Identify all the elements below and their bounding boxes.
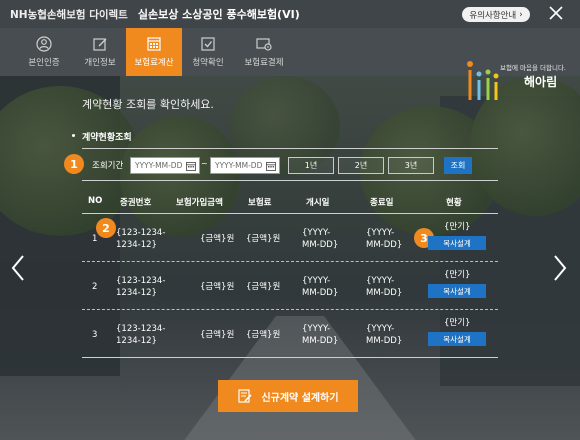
calculator-icon xyxy=(146,36,162,52)
status-text: {만기} xyxy=(444,270,471,280)
step-label: 개인정보 xyxy=(84,58,116,68)
step-label: 보험료결제 xyxy=(244,58,284,68)
chevron-left-icon xyxy=(11,255,24,281)
start-date-line2: MM-DD} xyxy=(302,288,339,298)
end-date-line1: {YYYY- xyxy=(366,228,395,238)
logo-mark-icon xyxy=(467,61,499,100)
header-start-date: 개시일 xyxy=(306,198,330,208)
step-label: 보험료계산 xyxy=(134,58,174,68)
search-period-label: 조회기간 xyxy=(92,161,124,171)
row-no: 1 xyxy=(92,234,98,244)
contract-table: NO 증권번호 보험가입금액 보험료 개시일 종료일 현황 1 {123-123… xyxy=(82,192,498,358)
logo-name: 해아림 xyxy=(524,75,558,89)
policy-number-line1: {123-1234- xyxy=(116,228,166,238)
premium-amount: {금액}원 xyxy=(246,282,281,292)
step-navigation: 본인인증 개인정보 보험료계산 청약확인 보험료결제 보험에 마음을 더합니다. xyxy=(0,28,580,100)
end-date-line2: MM-DD} xyxy=(366,288,403,298)
table-row: 3 {123-1234- 1234-12} {금액}원 {금액}원 {YYYY-… xyxy=(82,310,498,358)
step-label: 청약확인 xyxy=(192,58,224,68)
start-date-line1: {YYYY- xyxy=(302,276,331,286)
header-end-date: 종료일 xyxy=(370,198,394,208)
header-premium: 보험료 xyxy=(248,198,272,208)
period-2year-button[interactable]: 2년 xyxy=(338,157,384,174)
step-payment[interactable]: 보험료결제 xyxy=(236,28,292,76)
document-edit-icon xyxy=(238,389,253,403)
calendar-icon xyxy=(266,162,276,171)
chevron-right-icon xyxy=(554,255,567,281)
page-subtitle: 계약현황 조회를 확인하세요. xyxy=(82,98,214,111)
header-no: NO xyxy=(88,196,103,206)
step-identity[interactable]: 본인인증 xyxy=(14,28,74,76)
table-header: NO 증권번호 보험가입금액 보험료 개시일 종료일 현황 xyxy=(82,192,498,214)
table-row: 2 {123-1234- 1234-12} {금액}원 {금액}원 {YYYY-… xyxy=(82,262,498,310)
previous-arrow-button[interactable] xyxy=(10,254,26,282)
edit-icon xyxy=(92,36,108,52)
search-button[interactable]: 조회 xyxy=(444,157,472,174)
date-range-separator: ~ xyxy=(201,159,208,168)
copy-design-button[interactable]: 복사설계 xyxy=(428,332,486,346)
product-title: 실손보상 소상공인 풍수해보험(VI) xyxy=(137,8,300,21)
policy-number-line1: {123-1234- xyxy=(116,324,166,334)
policy-number-line2: 1234-12} xyxy=(116,336,157,346)
policy-number-line1: {123-1234- xyxy=(116,276,166,286)
step-subscription-check[interactable]: 청약확인 xyxy=(180,28,236,76)
end-date-placeholder: YYYY-MM-DD xyxy=(215,161,263,170)
step-personal-info[interactable]: 개인정보 xyxy=(70,28,130,76)
step-badge-1: 1 xyxy=(64,154,84,174)
header-status: 현황 xyxy=(446,198,462,208)
start-date-line2: MM-DD} xyxy=(302,336,339,346)
step-premium-calc[interactable]: 보험료계산 xyxy=(126,28,182,76)
end-date-line1: {YYYY- xyxy=(366,324,395,334)
end-date-field[interactable]: YYYY-MM-DD xyxy=(210,157,280,174)
company-logo: 보험에 마음을 더합니다. 해아림 xyxy=(462,58,572,104)
period-1year-button[interactable]: 1년 xyxy=(288,157,334,174)
close-button[interactable] xyxy=(546,3,566,23)
policy-number-line2: 1234-12} xyxy=(116,288,157,298)
coverage-amount: {금액}원 xyxy=(200,330,235,340)
premium-amount: {금액}원 xyxy=(246,234,281,244)
new-contract-button[interactable]: 신규계약 설계하기 xyxy=(218,380,358,412)
person-icon xyxy=(36,36,52,52)
start-date-field[interactable]: YYYY-MM-DD xyxy=(130,157,200,174)
payment-icon xyxy=(256,36,272,52)
status-text: {만기} xyxy=(444,222,471,232)
copy-design-button[interactable]: 복사설계 xyxy=(428,236,486,250)
header-policy-number: 증권번호 xyxy=(120,198,152,208)
chevron-right-icon: › xyxy=(519,9,523,20)
notice-button-label: 유의사항안내 xyxy=(469,10,517,21)
notice-button[interactable]: 유의사항안내 › xyxy=(462,7,530,22)
logo-tagline: 보험에 마음을 더합니다. xyxy=(500,64,566,72)
step-label: 본인인증 xyxy=(28,58,60,68)
table-row: 1 {123-1234- 1234-12} {금액}원 {금액}원 {YYYY-… xyxy=(82,214,498,262)
end-date-line1: {YYYY- xyxy=(366,276,395,286)
section-title: 계약현황조회 xyxy=(72,130,132,143)
copy-design-button[interactable]: 복사설계 xyxy=(428,284,486,298)
end-date-line2: MM-DD} xyxy=(366,240,403,250)
title-bar: NH농협손해보험 다이렉트 실손보상 소상공인 풍수해보험(VI) 유의사항안내… xyxy=(0,0,580,28)
coverage-amount: {금액}원 xyxy=(200,234,235,244)
period-3year-button[interactable]: 3년 xyxy=(388,157,434,174)
calendar-icon xyxy=(186,162,196,171)
policy-number-line2: 1234-12} xyxy=(116,240,157,250)
status-text: {만기} xyxy=(444,318,471,328)
end-date-line2: MM-DD} xyxy=(366,336,403,346)
start-date-line1: {YYYY- xyxy=(302,228,331,238)
new-contract-label: 신규계약 설계하기 xyxy=(261,392,339,404)
brand-name: NH농협손해보험 다이렉트 xyxy=(10,8,128,21)
start-date-placeholder: YYYY-MM-DD xyxy=(135,161,183,170)
start-date-line2: MM-DD} xyxy=(302,240,339,250)
coverage-amount: {금액}원 xyxy=(200,282,235,292)
next-arrow-button[interactable] xyxy=(552,254,568,282)
check-icon xyxy=(200,36,216,52)
search-period-row: 조회기간 YYYY-MM-DD ~ YYYY-MM-DD 1년 2년 3년 조회 xyxy=(82,148,498,181)
start-date-line1: {YYYY- xyxy=(302,324,331,334)
premium-amount: {금액}원 xyxy=(246,330,281,340)
row-no: 3 xyxy=(92,330,98,340)
close-icon xyxy=(549,6,563,20)
header-coverage-amount: 보험가입금액 xyxy=(176,198,223,208)
row-no: 2 xyxy=(92,282,98,292)
